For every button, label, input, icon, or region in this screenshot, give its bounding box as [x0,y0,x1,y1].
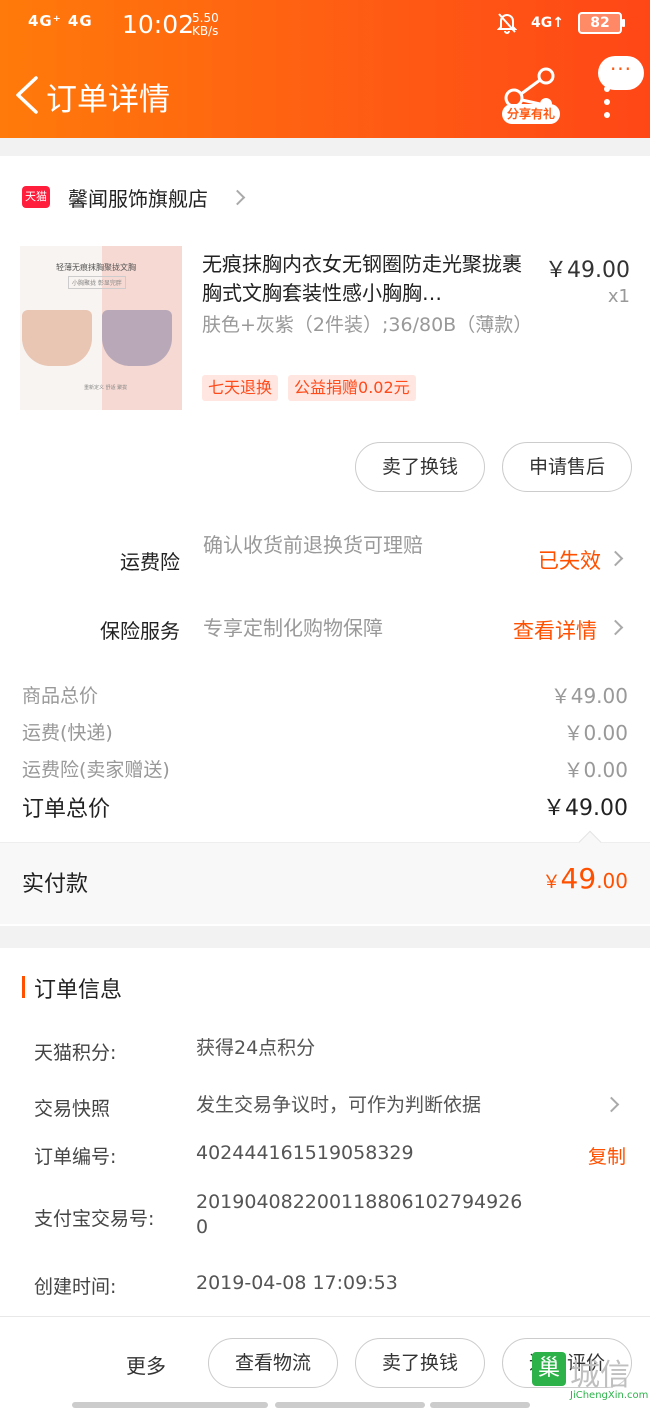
order-number-value: 402444161519058329 [196,1142,414,1164]
shipping-insurance-label: 运费险(卖家赠送) [22,759,170,781]
view-logistics-button[interactable]: 查看物流 [208,1338,338,1388]
created-time-label: 创建时间: [34,1276,117,1298]
bra-image-nude [22,310,92,366]
bra-image-purple [102,310,172,366]
nav-bar: 订单详情 分享有礼 ··· [0,56,650,130]
product-quantity: x1 [607,286,630,307]
freight-insurance-label: 运费险 [120,550,180,574]
snapshot-label[interactable]: 交易快照 [34,1094,110,1121]
charity-tag: 公益捐赠0.02元 [288,375,416,401]
order-total-value: ￥49.00 [543,796,628,821]
mute-bell-icon [497,13,518,34]
points-label: 天猫积分: [34,1042,117,1064]
freight-insurance-status[interactable]: 已失效 [538,545,601,575]
more-button[interactable]: 更多 [126,1350,166,1379]
page-title: 订单详情 [46,82,170,118]
alipay-number-value: 201904082200118806102794926 0 [196,1191,523,1238]
snapshot-value[interactable]: 发生交易争议时，可作为判断依据 [196,1093,481,1118]
shop-row[interactable]: 天猫 馨闻服饰旗舰店 [22,184,246,211]
after-sale-button[interactable]: 申请售后 [502,442,632,492]
message-bubble-icon[interactable]: ··· [598,56,644,90]
alipay-number-label: 支付宝交易号: [34,1208,155,1230]
thumbnail-headline: 轻薄无痕抹胸聚拢文胸 [56,263,136,272]
insurance-service-desc: 专享定制化购物保障 [203,616,383,640]
sell-button[interactable]: 卖了换钱 [355,442,485,492]
product-thumbnail[interactable]: 轻薄无痕抹胸聚拢文胸 小胸聚拢 彰显完胖 重新定义 舒适 聚拢 [20,246,182,410]
thumbnail-subline: 小胸聚拢 彰显完胖 [68,276,126,289]
goods-total-label: 商品总价 [22,685,99,707]
order-number-label: 订单编号: [34,1146,117,1168]
shop-name: 馨闻服饰旗舰店 [68,186,208,211]
gesture-bar [72,1402,268,1408]
product-price: ￥49.00 [545,258,630,283]
site-watermark: 巢 城信 JiChengXin.com [532,1346,650,1408]
shipping-value: ￥0.00 [563,721,628,745]
battery-icon: 82 [578,12,625,34]
freight-insurance-desc: 确认收货前退换货可理赔 [203,533,423,557]
order-total-label: 订单总价 [22,797,111,822]
tmall-badge-icon: 天猫 [22,186,50,208]
product-spec: 肤色+灰紫（2件装）;36/80B（薄款） [202,314,533,336]
goods-total-value: ￥49.00 [550,684,628,708]
network-speed: 5.50 KB/s [192,11,219,38]
sell-button-bottom[interactable]: 卖了换钱 [355,1338,485,1388]
product-tags: 七天退换 公益捐赠0.02元 [202,375,416,401]
created-time-value: 2019-04-08 17:09:53 [196,1272,398,1294]
shipping-label: 运费(快递) [22,722,113,744]
insurance-details-link[interactable]: 查看详情 [513,615,597,645]
points-value: 获得24点积分 [196,1037,316,1059]
thumbnail-footer: 重新定义 舒适 聚拢 [84,385,128,391]
network-type: 4G↑ [531,15,564,31]
shipping-insurance-value: ￥0.00 [563,758,628,782]
status-bar: 4G⁺ 4G 10:02 5.50 KB/s 4G↑ 82 [28,10,625,40]
chevron-right-icon [229,189,246,205]
watermark-logo-icon: 巢 [532,1352,566,1386]
paid-label: 实付款 [22,872,89,897]
more-menu-icon[interactable] [600,86,614,120]
paid-amount: ￥49.00 [542,862,628,895]
return-tag: 七天退换 [202,375,279,401]
back-arrow-icon[interactable] [12,74,42,116]
share-gift-tag[interactable]: 分享有礼 [502,104,561,124]
order-info-title: 订单信息 [34,978,123,1003]
copy-button[interactable]: 复制 [588,1142,626,1169]
app-header: 4G⁺ 4G 10:02 5.50 KB/s 4G↑ 82 订单详情 分享有礼 … [0,0,650,138]
product-title[interactable]: 无痕抹胸内衣女无钢圈防走光聚拢裹胸式文胸套装性感小胸胸… [202,250,536,308]
insurance-service-label: 保险服务 [100,619,180,643]
signal-indicator: 4G⁺ 4G [28,12,93,30]
status-right: 4G↑ 82 [497,12,625,34]
clock: 10:02 [122,10,195,39]
